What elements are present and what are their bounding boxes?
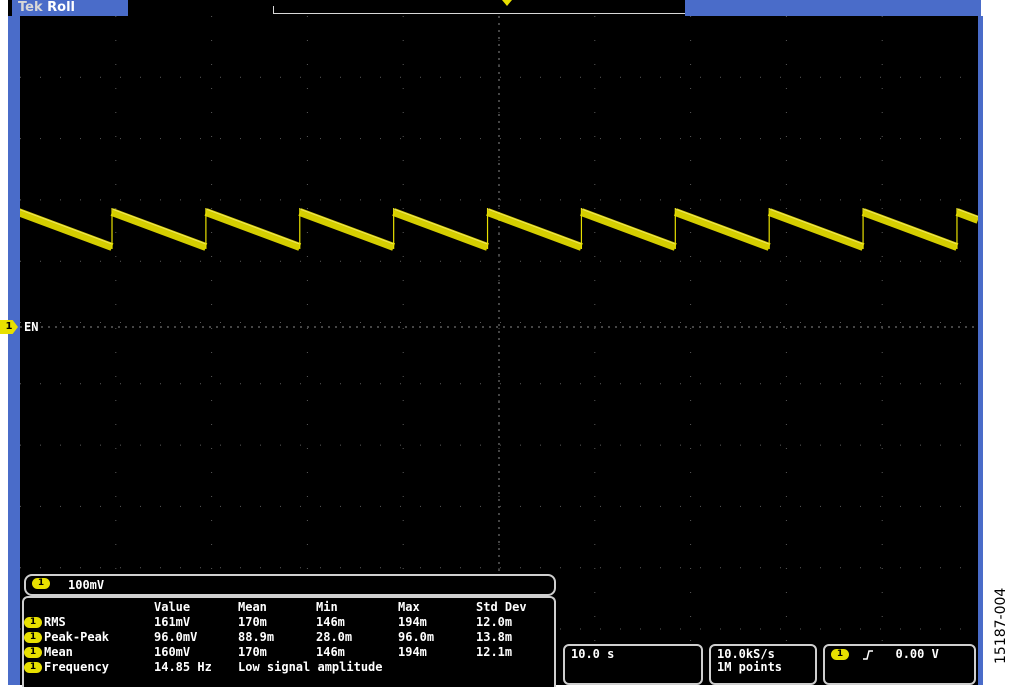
- trace-ramp-4: [392, 208, 489, 251]
- col-header: Max: [398, 600, 420, 614]
- trace-ramp-highlight-6: [581, 208, 676, 245]
- mean-cell: 170m: [238, 615, 267, 629]
- brand-logo: Tek: [18, 0, 43, 15]
- channel-badge: 1: [32, 578, 50, 589]
- trigger-source-badge: 1: [831, 649, 849, 660]
- record-view-bar[interactable]: [273, 6, 735, 14]
- col-header: Value: [154, 600, 191, 614]
- std-cell: 13.8m: [476, 630, 513, 644]
- max-cell: 96.0m: [398, 630, 435, 644]
- trigger-level: 0.00 V: [895, 647, 939, 661]
- measurement-name: RMS: [44, 615, 66, 629]
- right-strip: [978, 16, 983, 685]
- brand-mode-label: Tek Roll: [12, 0, 128, 16]
- measurement-name: Mean: [44, 645, 73, 659]
- trace-ramp-3: [298, 208, 396, 251]
- trace-ramp-7: [673, 208, 771, 251]
- top-right-panel: [685, 0, 981, 16]
- col-header: Std Dev: [476, 600, 527, 614]
- value-cell: 96.0mV: [154, 630, 198, 644]
- trigger-position-marker-icon[interactable]: [502, 0, 512, 6]
- measurement-header-row: Value Mean Min Max Std Dev: [24, 600, 527, 615]
- trace-ramp-highlight-9: [862, 208, 958, 245]
- acquisition-readout[interactable]: 10.0kS/s 1M points: [709, 644, 817, 685]
- trace-ramp-9: [861, 208, 959, 251]
- measurement-note: Low signal amplitude: [238, 660, 383, 674]
- vertical-scale: 100mV: [68, 578, 105, 592]
- channel-badge: 1: [24, 647, 42, 658]
- trace-ramp-0: [20, 208, 114, 251]
- max-cell: 194m: [398, 645, 427, 659]
- channel-label: EN: [24, 320, 39, 334]
- measurement-panel: Value Mean Min Max Std Dev 1 RMS 161mV 17…: [22, 596, 556, 687]
- trace-ramp-8: [767, 208, 865, 251]
- channel-badge: 1: [24, 632, 42, 643]
- min-cell: 146m: [316, 615, 345, 629]
- trace-ramp-1: [110, 208, 208, 251]
- value-cell: 161mV: [154, 615, 191, 629]
- table-row[interactable]: 1 Frequency 14.85 Hz Low signal amplitude: [24, 660, 527, 675]
- table-row[interactable]: 1 RMS 161mV 170m 146m 194m 12.0m: [24, 615, 527, 630]
- rising-edge-icon: [863, 649, 874, 660]
- min-cell: 28.0m: [316, 630, 353, 644]
- figure-id: 15187-004: [993, 587, 1009, 664]
- std-cell: 12.1m: [476, 645, 513, 659]
- trace-ramp-6: [580, 208, 677, 251]
- trace-ramp-highlight-4: [393, 208, 488, 245]
- acquisition-mode: Roll: [47, 0, 75, 15]
- table-row[interactable]: 1 Peak-Peak 96.0mV 88.9m 28.0m 96.0m 13.8…: [24, 630, 527, 645]
- trace-ramp-highlight-5: [487, 208, 582, 245]
- top-status-bar: Tek Roll: [8, 0, 981, 16]
- trigger-readout[interactable]: 1 0.00 V: [823, 644, 976, 685]
- channel-scale-readout[interactable]: 1 100mV: [24, 574, 556, 596]
- channel-badge: 1: [24, 617, 42, 628]
- measurement-table: Value Mean Min Max Std Dev 1 RMS 161mV 17…: [24, 600, 527, 675]
- left-strip: [8, 16, 20, 685]
- table-row[interactable]: 1 Mean 160mV 170m 146m 194m 12.1m: [24, 645, 527, 660]
- col-header: Min: [316, 600, 338, 614]
- channel-badge: 1: [24, 662, 42, 673]
- trace-ramp-2: [204, 208, 302, 251]
- value-cell: 160mV: [154, 645, 191, 659]
- measurement-name: Frequency: [44, 660, 110, 674]
- trace-ramp-highlight-1: [111, 208, 207, 245]
- trace-ramp-highlight-2: [205, 208, 300, 245]
- trace-ramp-5: [486, 208, 583, 251]
- min-cell: 146m: [316, 645, 345, 659]
- trace-ramp-highlight-8: [769, 208, 864, 245]
- max-cell: 194m: [398, 615, 427, 629]
- col-header: Mean: [238, 600, 267, 614]
- record-length: 1M points: [717, 660, 783, 674]
- measurement-name: Peak-Peak: [44, 630, 110, 644]
- horizontal-scale: 10.0 s: [571, 647, 615, 661]
- trace-ramp-highlight-7: [675, 208, 770, 245]
- std-cell: 12.0m: [476, 615, 513, 629]
- mean-cell: 88.9m: [238, 630, 275, 644]
- mean-cell: 170m: [238, 645, 267, 659]
- timebase-readout[interactable]: 10.0 s: [563, 644, 703, 685]
- trace-ramp-highlight-3: [299, 208, 394, 245]
- value-cell: 14.85 Hz: [154, 660, 212, 674]
